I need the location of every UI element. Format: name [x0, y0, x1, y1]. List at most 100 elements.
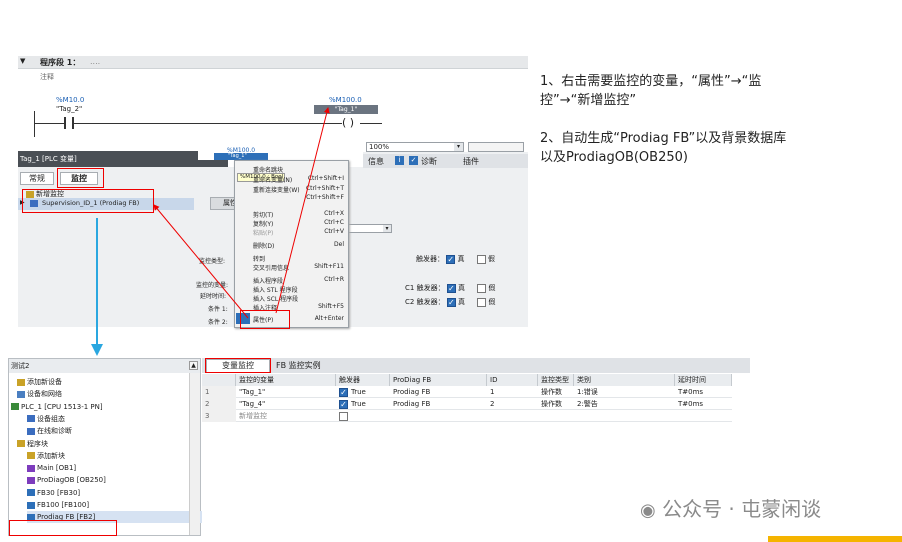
scroll-up-icon[interactable]: ▲ — [189, 361, 198, 370]
tree-item-label: 程序块 — [27, 439, 48, 448]
column-header[interactable]: ID — [487, 374, 538, 386]
tree-item[interactable]: 设备组态 — [27, 413, 207, 425]
tree-item-label: PLC_1 [CPU 1513-1 PN] — [21, 402, 103, 411]
tree-node-icon — [27, 415, 35, 423]
grid-cell-text: 操作数 — [541, 388, 562, 396]
grid-cell-text: 1 — [490, 388, 495, 396]
tree-root[interactable]: 测试2 — [11, 361, 29, 371]
tree-item[interactable]: 程序块 — [17, 438, 197, 450]
tree-item-label: 添加新块 — [37, 451, 65, 460]
grid-cell-cat[interactable]: 1:错误 — [574, 386, 675, 398]
grid-cell-text: Prodiag FB — [393, 400, 431, 408]
grid-cell-delay[interactable]: T#0ms — [675, 398, 732, 410]
footer-accent-bar — [768, 536, 902, 542]
tree-item-label: ProDiagOB [OB250] — [37, 476, 106, 485]
note-step1-line1: 1、右击需要监控的变量，“属性”→“监 — [540, 74, 762, 89]
tree-item[interactable]: 在线和诊断 — [27, 425, 207, 437]
tree-item[interactable]: 添加新设备 — [17, 376, 197, 388]
grid-cell-text: 操作数 — [541, 400, 562, 408]
grid-cell-cat[interactable]: 2:警告 — [574, 398, 675, 410]
highlight-box-prodiag-fb — [9, 520, 117, 536]
tree-node-icon — [17, 378, 25, 386]
trigger-checkbox[interactable] — [339, 387, 348, 397]
grid-cell-text: 2:警告 — [577, 400, 598, 408]
grid-cell-cat[interactable] — [574, 410, 675, 422]
tree-node-icon — [27, 501, 35, 509]
grid-cell-text: 1:错误 — [577, 388, 598, 396]
tree-node-icon — [17, 390, 25, 398]
project-tree: 测试2 ▲ 添加新设备设备和网络 PLC_1 [CPU 1513-1 PN] 设备组… — [8, 358, 207, 536]
grid-cell-trigger[interactable]: True — [336, 398, 390, 410]
grid-cell-type[interactable]: 操作数 — [538, 386, 574, 398]
tree-node-icon — [17, 440, 25, 447]
grid-cell-text: T#0ms — [678, 400, 704, 408]
grid-cell-delay[interactable] — [675, 410, 732, 422]
tree-header: 测试2 ▲ — [9, 359, 200, 373]
tree-item[interactable]: 添加新块 — [27, 450, 207, 462]
column-header[interactable]: 延时时间 — [675, 374, 732, 386]
grid-cell-type[interactable] — [538, 410, 574, 422]
row-number-header — [202, 374, 236, 386]
note-step1-line2: 控”→“新增监控” — [540, 93, 637, 108]
tree-node-icon — [27, 476, 35, 484]
tree-item-label: 设备和网络 — [27, 390, 62, 399]
row-number: 1 — [202, 386, 236, 398]
tree-item[interactable]: 设备和网络 — [17, 388, 197, 400]
tree-node-icon — [11, 403, 19, 411]
column-header[interactable]: ProDiag FB — [390, 374, 487, 386]
note-step2-line1: 2、自动生成“Prodiag FB”以及背景数据库 — [540, 131, 787, 146]
grid-tabs: 变量监控 FB 监控实例 — [202, 358, 750, 373]
grid-cell-var[interactable]: 新增监控 — [236, 410, 336, 422]
grid-cell-text: True — [351, 388, 366, 396]
grid-cell-var[interactable]: "Tag_4" — [236, 398, 336, 410]
grid-cell-text: 新增监控 — [239, 412, 267, 420]
grid-cell-fb[interactable]: Prodiag FB — [390, 398, 487, 410]
tree-node-icon — [27, 427, 35, 435]
row-number: 3 — [202, 410, 236, 422]
trigger-checkbox[interactable] — [339, 399, 348, 409]
grid-cell-text: Prodiag FB — [393, 388, 431, 396]
grid-cell-text: "Tag_1" — [239, 388, 266, 396]
grid-cell-trigger[interactable] — [336, 410, 390, 422]
watermark-text: 公众号 · 屯蒙闲谈 — [662, 497, 822, 521]
tree-item-label: 添加新设备 — [27, 378, 62, 386]
tree-item[interactable]: FB100 [FB100] — [27, 499, 207, 511]
grid-cell-id[interactable]: 1 — [487, 386, 538, 398]
column-header[interactable]: 监控的变量 — [236, 374, 336, 386]
column-header[interactable]: 类别 — [574, 374, 675, 386]
watermark: ◉ 公众号 · 屯蒙闲谈 — [640, 493, 821, 522]
tree-item-label: Main [OB1] — [37, 464, 77, 473]
grid-cell-text: T#0ms — [678, 388, 704, 396]
tree-item[interactable]: FB30 [FB30] — [27, 487, 207, 499]
grid-cell-fb[interactable] — [390, 410, 487, 422]
grid-cell-fb[interactable]: Prodiag FB — [390, 386, 487, 398]
grid-cell-text: True — [351, 400, 366, 408]
grid-cell-text: 2 — [490, 400, 495, 408]
grid-cell-var[interactable]: "Tag_1" — [236, 386, 336, 398]
tree-item-label: 设备组态 — [37, 414, 65, 423]
grid-cell-id[interactable]: 2 — [487, 398, 538, 410]
tree-item-label: 在线和诊断 — [37, 427, 72, 436]
column-header[interactable]: 监控类型 — [538, 374, 574, 386]
trigger-checkbox[interactable] — [339, 411, 348, 421]
arrow-properties-to-coil — [275, 107, 330, 314]
highlight-box-var-tab — [205, 358, 271, 373]
tree-node-icon — [27, 464, 35, 472]
column-header[interactable]: 触发器 — [336, 374, 390, 386]
grid-cell-delay[interactable]: T#0ms — [675, 386, 732, 398]
grid-cell-trigger[interactable]: True — [336, 386, 390, 398]
note-step2-line2: 以及ProdiagOB(OB250) — [540, 150, 688, 165]
row-number: 2 — [202, 398, 236, 410]
tree-node-icon — [27, 452, 35, 460]
grid-cell-id[interactable] — [487, 410, 538, 422]
tree-item-label: FB30 [FB30] — [37, 488, 81, 497]
tree-item[interactable]: PLC_1 [CPU 1513-1 PN] — [11, 401, 191, 413]
grid-cell-text: "Tag_4" — [239, 400, 266, 408]
grid-cell-type[interactable]: 操作数 — [538, 398, 574, 410]
arrow-properties-to-supervision — [153, 204, 249, 319]
tree-item[interactable]: ProDiagOB [OB250] — [27, 474, 207, 486]
tree-item[interactable]: Main [OB1] — [27, 462, 207, 474]
tab-fb-instance[interactable]: FB 监控实例 — [276, 360, 321, 371]
tree-scrollbar[interactable] — [189, 373, 200, 535]
wechat-icon: ◉ — [640, 500, 656, 521]
